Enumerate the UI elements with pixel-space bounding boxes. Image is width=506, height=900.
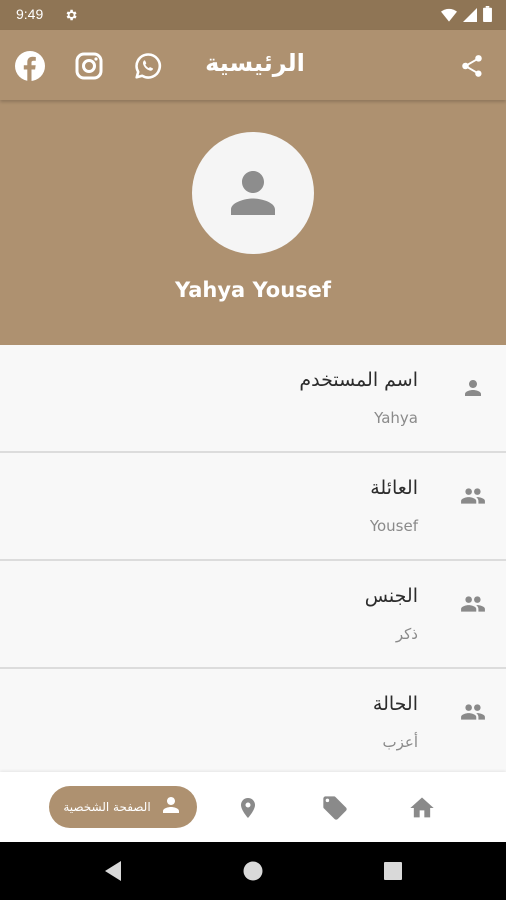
avatar[interactable] [192,132,314,254]
whatsapp-icon[interactable] [132,50,164,82]
profile-header: Yahya Yousef [0,100,506,345]
profile-name: Yahya Yousef [174,278,332,302]
info-value: ذكر [395,625,418,643]
info-label: اسم المستخدم [299,369,418,391]
page-title: الرئيسية [205,49,305,77]
info-row-gender: الجنس ذكر [0,561,506,669]
info-row-family: العائلة Yousef [0,453,506,561]
status-time: 9:49 [16,6,44,22]
nav-profile-label: الصفحة الشخصية [63,800,151,814]
status-bar: 9:49 [0,0,506,30]
info-value: Yahya [374,409,418,427]
info-row-status: الحالة أعزب [0,669,506,777]
status-indicators [441,6,492,26]
people-icon [460,699,486,725]
bottom-nav: الصفحة الشخصية [0,772,506,842]
share-icon[interactable] [456,50,488,82]
system-nav-bar [0,842,506,900]
home-circle-icon[interactable] [241,859,265,883]
info-row-username: اسم المستخدم Yahya [0,345,506,453]
wifi-icon [441,7,457,26]
profile-info-list: اسم المستخدم Yahya العائلة Yousef الجنس … [0,345,506,777]
person-icon [460,375,486,401]
signal-icon [463,7,477,26]
info-label: العائلة [370,477,418,499]
nav-profile-tab[interactable]: الصفحة الشخصية [49,786,197,828]
profile-icon [159,793,183,821]
app-bar: الرئيسية [0,30,506,100]
info-value: Yousef [369,517,418,535]
settings-gear-icon [64,7,78,26]
tag-icon[interactable] [321,794,349,822]
instagram-icon[interactable] [73,50,105,82]
recents-square-icon[interactable] [381,859,405,883]
person-avatar-icon [231,171,275,215]
home-icon[interactable] [408,794,436,822]
location-pin-icon[interactable] [234,794,262,822]
info-label: الجنس [364,585,418,607]
battery-icon [483,6,492,26]
people-icon [460,483,486,509]
info-label: الحالة [372,693,418,715]
people-icon [460,591,486,617]
back-icon[interactable] [101,859,125,883]
facebook-icon[interactable] [14,50,46,82]
info-value: أعزب [382,733,418,751]
